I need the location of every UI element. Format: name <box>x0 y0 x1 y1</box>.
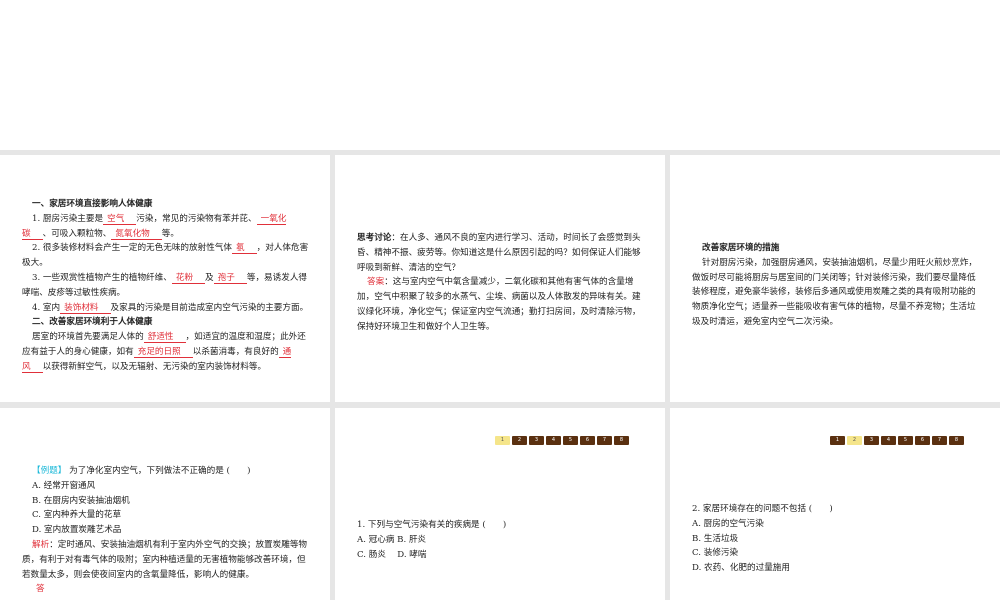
option: C. 装修污染 <box>692 548 739 559</box>
slide-panel-6: 1 2 3 4 5 6 7 8 2. 家居环境存在的问题不包括 ( ) A. 厨… <box>670 408 1000 600</box>
paragraph: 居室的环境首先要满足人体的 舒适性 ，如适宜的温度和湿度；此外还应有益于人的身心健康… <box>22 332 306 373</box>
page-button-4[interactable]: 4 <box>881 436 896 445</box>
page-button-7[interactable]: 7 <box>932 436 947 445</box>
page-button-2[interactable]: 2 <box>847 436 862 445</box>
option: A. 经常开窗通风 <box>32 480 96 491</box>
option: D. 农药、化肥的过量施用 <box>692 563 790 574</box>
page-button-1[interactable]: 1 <box>830 436 845 445</box>
page-button-8[interactable]: 8 <box>949 436 964 445</box>
blank-answer: 充足的日照 <box>133 346 193 358</box>
example-question: 【例题】 为了净化室内空气，下列做法不正确的是 ( ) <box>32 466 251 476</box>
section-heading-1: 一、家居环境直接影响人体健康 <box>32 199 153 209</box>
slide-panel-2: 思考讨论：在人多、通风不良的室内进行学习、活动，时间长了会感觉到头昏、精神不振、… <box>335 155 665 402</box>
page-button-7[interactable]: 7 <box>597 436 612 445</box>
blank-answer: 舒适性 <box>143 332 186 344</box>
item-4: 4. 室内 装饰材料 及家具的污染是目前造成室内空气污染的主要方面。 <box>32 302 309 314</box>
slide-panel-4: 【例题】 为了净化室内空气，下列做法不正确的是 ( ) A. 经常开窗通风 B.… <box>0 408 330 600</box>
blank-answer: 装饰材料 <box>60 302 111 314</box>
slide-panel-3: 改善家居环境的措施 针对厨房污染，加强厨房通风，安装抽油烟机，尽量少用旺火煎炒烹… <box>670 155 1000 402</box>
page-button-4[interactable]: 4 <box>546 436 561 445</box>
page-button-3[interactable]: 3 <box>864 436 879 445</box>
blank-answer: 氡 <box>232 243 257 255</box>
measures-title: 改善家居环境的措施 <box>702 243 780 253</box>
slide-panel-5: 1 2 3 4 5 6 7 8 1. 下列与空气污染有关的疾病是 ( ) A. … <box>335 408 665 600</box>
item-2: 2. 很多装修材料会产生一定的无色无味的放射性气体氡，对人体危害极大。 <box>22 243 309 269</box>
question-1: 1. 下列与空气污染有关的疾病是 ( ) <box>357 520 507 530</box>
option: B. 在厨房内安装抽油烟机 <box>32 495 130 506</box>
options-row: C. 肠炎 D. 哮喘 <box>357 549 427 560</box>
option: C. 室内种养大量的花草 <box>32 510 122 521</box>
page-navigation: 1 2 3 4 5 6 7 8 <box>830 436 964 445</box>
page-button-5[interactable]: 5 <box>898 436 913 445</box>
option: B. 生活垃圾 <box>692 533 739 544</box>
analysis: 解析：定时通风、安装抽油烟机有利于室内外空气的交换；放置炭雕等物质，有利于对有毒… <box>22 539 308 580</box>
page-navigation: 1 2 3 4 5 6 7 8 <box>495 436 629 445</box>
slide-panel-1: 一、家居环境直接影响人体健康 1. 厨房污染主要是 空气 污染，常见的污染物有苯并芘… <box>0 155 330 402</box>
page-button-1[interactable]: 1 <box>495 436 510 445</box>
page-button-3[interactable]: 3 <box>529 436 544 445</box>
item-1: 1. 厨房污染主要是 空气 污染，常见的污染物有苯并芘、 一氧化碳 、可吸入颗粒物、 氮氧… <box>22 213 287 240</box>
blank-answer: 花粉 <box>171 272 206 284</box>
option: D. 室内放置炭雕艺术品 <box>32 525 122 536</box>
blank-answer: 空气 <box>103 213 137 225</box>
page-button-5[interactable]: 5 <box>563 436 578 445</box>
measures-text: 针对厨房污染，加强厨房通风，安装抽油烟机，尽量少用旺火煎炒烹炸，做饭时尽可能将厨… <box>692 257 978 327</box>
blank-answer: 孢子 <box>213 272 247 284</box>
options-row: A. 冠心病 B. 肝炎 <box>357 534 427 545</box>
blank-answer: 氮氧化物 <box>111 228 162 240</box>
page-button-6[interactable]: 6 <box>580 436 595 445</box>
item-3: 3. 一些观赏性植物产生的植物纤维、 花粉及孢子 等，易诱发人得哮喘、皮疹等过敏性疾… <box>22 272 308 298</box>
page-button-8[interactable]: 8 <box>614 436 629 445</box>
top-blank-area <box>0 0 1000 150</box>
discussion-question: 思考讨论：在人多、通风不良的室内进行学习、活动，时间长了会感觉到头昏、精神不振、… <box>357 233 641 273</box>
question-2: 2. 家居环境存在的问题不包括 ( ) <box>692 504 833 514</box>
section-heading-2: 二、改善家居环境利于人体健康 <box>32 317 153 328</box>
discussion-answer: 答案：这与室内空气中氧含量减少，二氧化碳和其他有害气体的含量增加，空气中积聚了较… <box>357 277 641 332</box>
answer-button[interactable]: 答 <box>22 582 310 597</box>
page-button-6[interactable]: 6 <box>915 436 930 445</box>
page-button-2[interactable]: 2 <box>512 436 527 445</box>
option: A. 厨房的空气污染 <box>692 518 764 529</box>
